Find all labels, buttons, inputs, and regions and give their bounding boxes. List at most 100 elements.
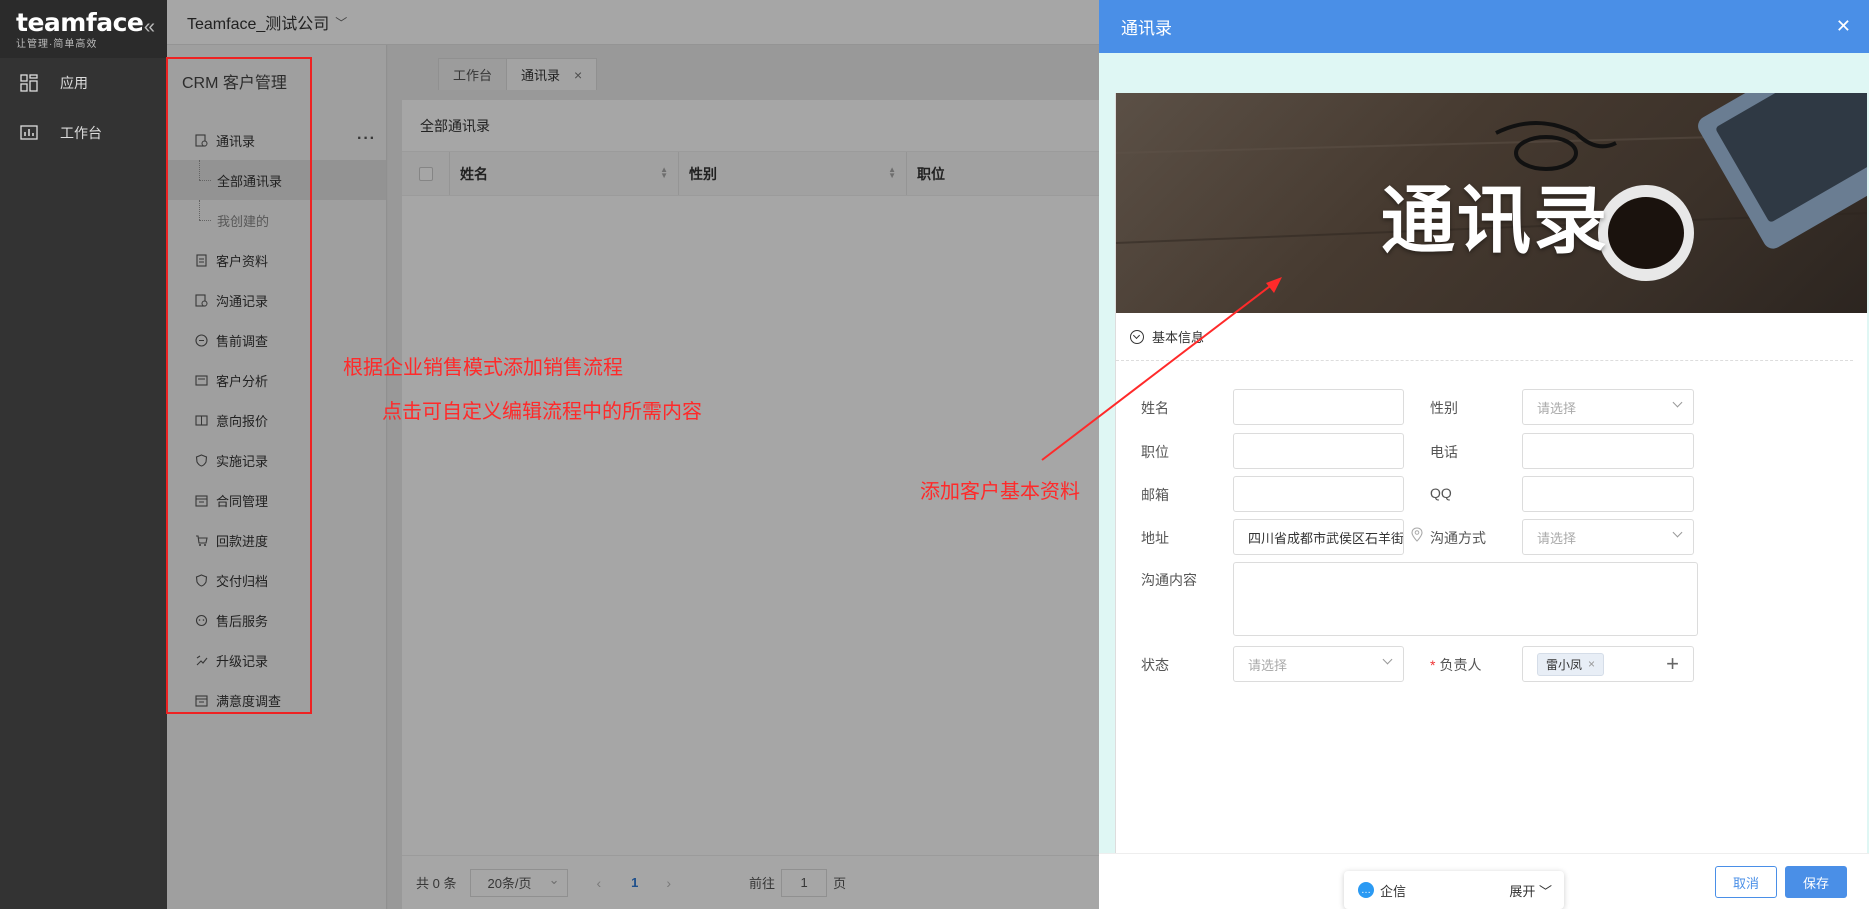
survey-icon [195,333,208,347]
sidebar-subitem-all-contacts[interactable]: 全部通讯录 [167,160,386,200]
field-label-qq: QQ [1430,485,1452,501]
chat-bubble-icon: … [1358,882,1374,898]
sidebar-item-contracts[interactable]: 合同管理 [167,480,386,520]
module-title: CRM 客户管理 [182,75,287,92]
shield-icon [195,453,208,467]
sidebar-item-intent-quote[interactable]: 意向报价 [167,400,386,440]
more-icon[interactable]: ··· [357,130,376,148]
current-page[interactable]: 1 [631,875,638,890]
sidebar-item-label: 客户分析 [216,373,269,389]
total-count: 共 0 条 [416,876,457,891]
goto-input[interactable]: 1 [781,868,828,897]
sidebar-item-label: 沟通记录 [216,293,269,309]
column-label: 性别 [689,165,717,182]
list-panel: 全部通讯录 姓名 ▲▼ 性别 ▲▼ 职位 共 0 条 20条/页 ‹ 1 › 前往 … [402,100,1099,909]
chevron-down-icon [1382,654,1393,665]
phone-input[interactable] [1522,433,1694,469]
rail-item-apps[interactable]: 应用 [0,58,167,108]
owner-label: 负责人 [1439,657,1482,673]
column-header-position[interactable]: 职位 [907,152,1099,195]
qq-input[interactable] [1522,476,1694,512]
owner-picker[interactable]: 雷小凤 × + [1522,646,1694,682]
top-bar: Teamface_测试公司 ﹀ [167,0,1099,45]
owner-tag: 雷小凤 × [1537,652,1605,676]
sidebar-item-delivery-archive[interactable]: 交付归档 [167,560,386,600]
save-button[interactable]: 保存 [1785,866,1847,898]
column-header-gender[interactable]: 性别 ▲ ▼ [679,152,907,195]
sidebar-item-implementation[interactable]: 实施记录 [167,440,386,480]
cancel-button[interactable]: 取消 [1715,866,1777,898]
field-label-contact-method: 沟通方式 [1430,530,1486,546]
im-widget[interactable]: … 企信 展开 ﹀ [1344,871,1564,909]
sidebar-item-label: 意向报价 [216,413,269,429]
analysis-icon [195,374,208,386]
sidebar-item-label: 升级记录 [216,653,269,669]
sidebar-item-label: 售后服务 [216,613,269,629]
sidebar-item-satisfaction-survey[interactable]: 满意度调查 [167,680,386,720]
owner-tag-label: 雷小凤 [1546,657,1583,672]
contract-icon [195,494,208,507]
annotation-text: 点击可自定义编辑流程中的所需内容 [382,401,702,423]
banner-title: 通讯录 [1381,178,1609,264]
form-card: 通讯录 基本信息 姓名 性别 请选择 职位 电话 邮箱 QQ 地址 四川省成都市… [1115,93,1867,853]
sidebar-item-label: 交付归档 [216,573,269,589]
rail-item-dashboard[interactable]: 工作台 [0,108,167,158]
prev-page-icon[interactable]: ‹ [596,875,601,891]
content-textarea[interactable] [1233,562,1698,636]
page-jump: 前往 1 页 [749,868,847,897]
status-select[interactable]: 请选择 [1233,646,1404,682]
contact-method-select[interactable]: 请选择 [1522,519,1694,555]
chevron-down-icon[interactable]: ﹀ [335,14,347,31]
field-label-status: 状态 [1141,657,1169,673]
quote-icon [195,414,208,426]
annotation-arrow [1041,277,1282,461]
sidebar-item-label: 我创建的 [217,213,270,229]
sidebar-item-upgrade-records[interactable]: 升级记录 [167,640,386,680]
page-size-select[interactable]: 20条/页 [470,868,569,897]
column-label: 姓名 [460,165,488,182]
select-all-checkbox[interactable] [402,152,450,195]
add-icon[interactable]: + [1666,651,1679,677]
chat-record-icon [195,293,208,307]
collapse-icon[interactable]: « [144,16,155,39]
chevron-down-icon [1672,397,1683,408]
field-label-phone: 电话 [1430,444,1458,460]
sidebar-subitem-created-by-me[interactable]: 我创建的 [167,200,386,240]
sort-icon[interactable]: ▲ ▼ [888,166,896,180]
left-rail: teamface 让管理·简单高效 « 应用 工作台 [0,0,167,909]
sidebar-item-customer-profile[interactable]: 客户资料 [167,240,386,280]
im-label: 企信 [1380,883,1407,899]
dashboard-icon [20,125,38,140]
im-expand[interactable]: 展开 ﹀ [1509,881,1552,900]
sidebar-item-label: 合同管理 [216,493,269,509]
tab-workbench[interactable]: 工作台 [438,58,508,90]
sidebar-item-payment-progress[interactable]: 回款进度 [167,520,386,560]
gender-placeholder: 请选择 [1537,400,1577,416]
address-input[interactable]: 四川省成都市武侯区石羊街 [1233,519,1404,555]
close-icon[interactable]: × [574,67,582,83]
email-input[interactable] [1233,476,1404,512]
checkbox-box [418,166,433,181]
rail-item-label: 工作台 [60,125,102,141]
column-header-name[interactable]: 姓名 ▲ ▼ [450,152,679,195]
sort-icon[interactable]: ▲ ▼ [660,166,668,180]
tab-label: 工作台 [453,68,493,83]
remove-tag-icon[interactable]: × [1588,657,1595,671]
field-label-content: 沟通内容 [1141,572,1197,588]
page-size-value: 20条/页 [487,876,532,891]
page-unit-label: 页 [833,876,847,891]
sidebar-item-after-sales[interactable]: 售后服务 [167,600,386,640]
cart-icon [196,534,208,546]
sidebar-item-contacts[interactable]: 通讯录 ··· [167,120,386,160]
gender-select[interactable]: 请选择 [1522,389,1694,425]
next-page-icon[interactable]: › [666,875,671,891]
sidebar-item-label: 回款进度 [216,533,269,549]
company-switcher[interactable]: Teamface_测试公司 [187,10,329,34]
sidebar-item-communication-records[interactable]: 沟通记录 [167,280,386,320]
contacts-icon [195,133,208,147]
close-icon[interactable]: ✕ [1836,16,1851,37]
sidebar-item-label: 全部通讯录 [217,173,283,189]
tab-contacts[interactable]: 通讯录 × [506,58,598,90]
location-pin-icon[interactable] [1410,527,1424,543]
field-label-owner: * 负责人 [1430,655,1481,675]
